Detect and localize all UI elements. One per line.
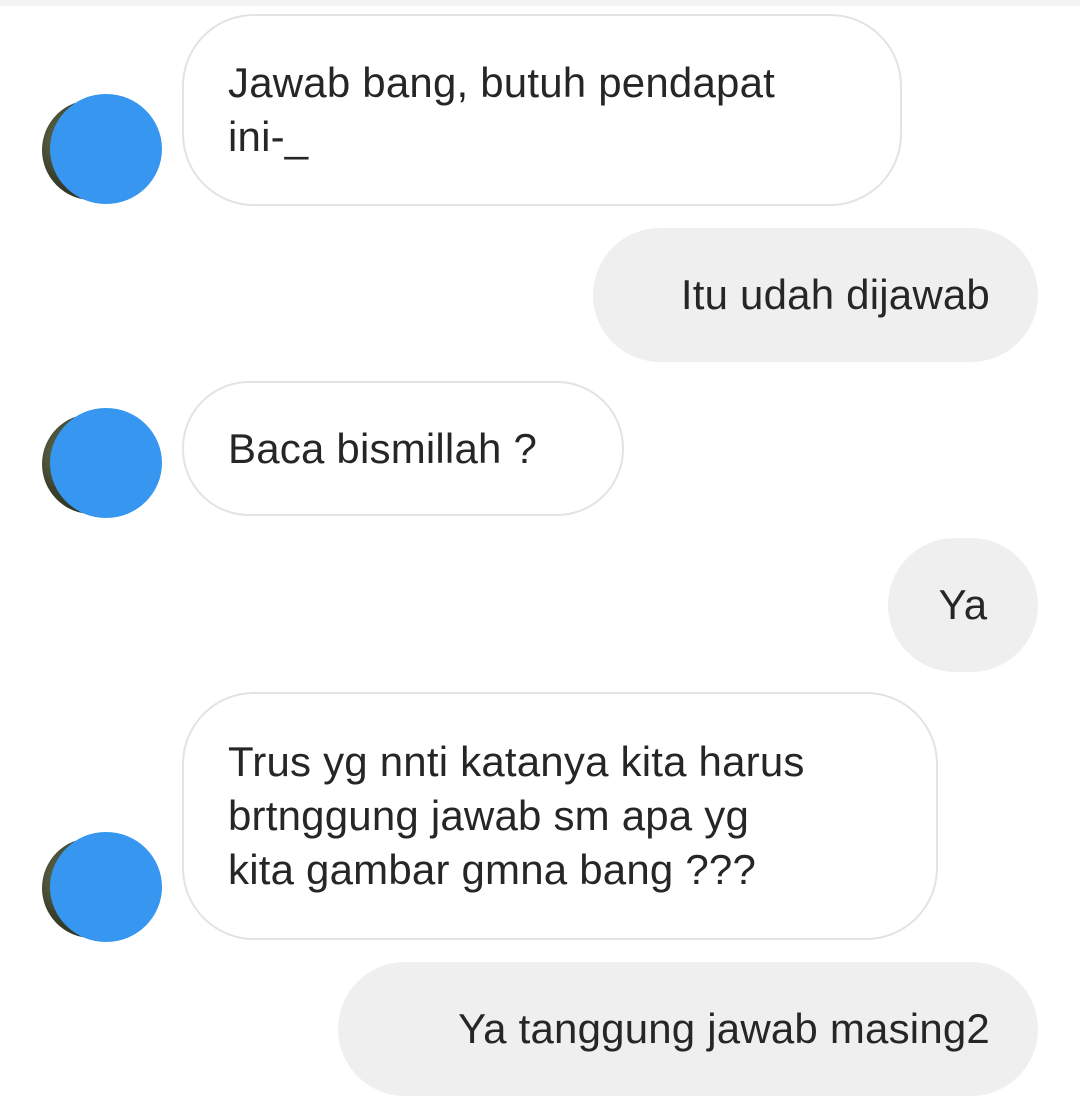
sent-message-bubble[interactable]: Ya tanggung jawab masing2 [338,962,1038,1096]
message-text: Baca bismillah ? [228,424,538,472]
avatar-icon[interactable] [42,408,162,520]
avatar-redaction [50,832,162,942]
message-text: Itu udah dijawab [680,271,990,318]
message-text: Trus yg nnti katanya kita harus brtnggun… [228,738,805,893]
sent-message-bubble[interactable]: Itu udah dijawab [593,228,1038,362]
top-divider [0,0,1080,6]
received-message-bubble[interactable]: Trus yg nnti katanya kita harus brtnggun… [182,692,938,940]
avatar-redaction [50,94,162,204]
avatar-redaction [50,408,162,518]
message-text: Ya [938,581,988,628]
message-text: Ya tanggung jawab masing2 [458,1005,990,1052]
received-message-bubble[interactable]: Baca bismillah ? [182,381,624,516]
avatar-icon[interactable] [42,832,162,944]
sent-message-bubble[interactable]: Ya [888,538,1038,672]
message-text: Jawab bang, butuh pendapat ini-_ [228,59,775,160]
avatar-icon[interactable] [42,94,162,206]
received-message-bubble[interactable]: Jawab bang, butuh pendapat ini-_ [182,14,902,206]
